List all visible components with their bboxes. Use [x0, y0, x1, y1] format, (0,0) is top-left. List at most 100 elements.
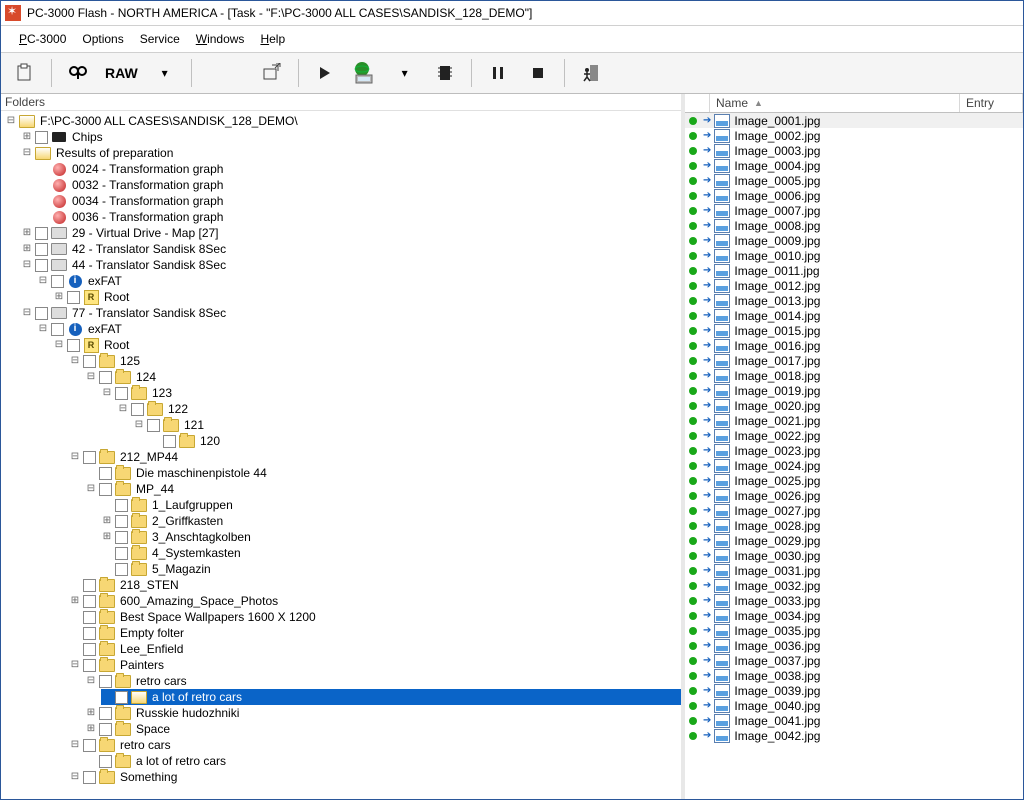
- file-row[interactable]: ➔Image_0022.jpg: [685, 428, 1023, 443]
- expand-icon[interactable]: ⊞: [85, 723, 97, 735]
- file-row[interactable]: ➔Image_0015.jpg: [685, 323, 1023, 338]
- collapse-icon[interactable]: ⊟: [69, 659, 81, 671]
- tree-item-folder[interactable]: ⊟retro cars: [85, 673, 681, 689]
- expand-icon[interactable]: ⊞: [69, 595, 81, 607]
- tree-item-folder[interactable]: ⊞Russkie hudozhniki: [85, 705, 681, 721]
- file-row[interactable]: ➔Image_0018.jpg: [685, 368, 1023, 383]
- tree-item-folder[interactable]: 4_Systemkasten: [101, 545, 681, 561]
- file-row[interactable]: ➔Image_0026.jpg: [685, 488, 1023, 503]
- file-row[interactable]: ➔Image_0031.jpg: [685, 563, 1023, 578]
- col-status[interactable]: [685, 94, 710, 112]
- tree-item-folder[interactable]: ⊟124: [85, 369, 681, 385]
- tree-item-folder[interactable]: a lot of retro cars: [85, 753, 681, 769]
- expand-icon[interactable]: ⊞: [85, 707, 97, 719]
- checkbox[interactable]: [99, 483, 112, 496]
- collapse-icon[interactable]: ⊟: [21, 307, 33, 319]
- expand-icon[interactable]: ⊞: [53, 291, 65, 303]
- tree-item-folder[interactable]: ⊟125: [69, 353, 681, 369]
- file-row[interactable]: ➔Image_0041.jpg: [685, 713, 1023, 728]
- file-row[interactable]: ➔Image_0034.jpg: [685, 608, 1023, 623]
- expand-icon[interactable]: ⊞: [21, 131, 33, 143]
- checkbox[interactable]: [67, 339, 80, 352]
- file-row[interactable]: ➔Image_0021.jpg: [685, 413, 1023, 428]
- collapse-icon[interactable]: ⊟: [5, 115, 17, 127]
- tree-item-results[interactable]: ⊟Results of preparation: [21, 145, 681, 161]
- tree-item-exfat[interactable]: ⊟iexFAT: [37, 273, 681, 289]
- collapse-icon[interactable]: ⊟: [37, 323, 49, 335]
- collapse-icon[interactable]: ⊟: [85, 483, 97, 495]
- menu-pc3000[interactable]: PC-3000: [11, 30, 74, 48]
- checkbox[interactable]: [99, 707, 112, 720]
- toolbar-exit-button[interactable]: [573, 58, 609, 88]
- toolbar-globe-button[interactable]: [347, 58, 383, 88]
- expand-icon[interactable]: ⊞: [21, 243, 33, 255]
- checkbox[interactable]: [147, 419, 160, 432]
- checkbox[interactable]: [115, 563, 128, 576]
- file-row[interactable]: ➔Image_0002.jpg: [685, 128, 1023, 143]
- menu-options[interactable]: Options: [74, 30, 131, 48]
- tree-item-folder[interactable]: ⊞2_Griffkasten: [101, 513, 681, 529]
- file-row[interactable]: ➔Image_0016.jpg: [685, 338, 1023, 353]
- checkbox[interactable]: [83, 627, 96, 640]
- checkbox[interactable]: [115, 499, 128, 512]
- file-row[interactable]: ➔Image_0038.jpg: [685, 668, 1023, 683]
- tree-item-folder[interactable]: ⊟retro cars: [69, 737, 681, 753]
- checkbox[interactable]: [163, 435, 176, 448]
- checkbox[interactable]: [115, 691, 128, 704]
- tree-item-translator[interactable]: ⊟44 - Translator Sandisk 8Sec: [21, 257, 681, 273]
- toolbar-task-button[interactable]: [7, 58, 43, 88]
- tree-item-exfat[interactable]: ⊟iexFAT: [37, 321, 681, 337]
- tree-item-folder[interactable]: 120: [149, 433, 681, 449]
- checkbox[interactable]: [67, 291, 80, 304]
- tree-item-folder[interactable]: ⊟122: [117, 401, 681, 417]
- checkbox[interactable]: [99, 755, 112, 768]
- tree-item-selected[interactable]: a lot of retro cars: [101, 689, 681, 705]
- collapse-icon[interactable]: ⊟: [53, 339, 65, 351]
- collapse-icon[interactable]: ⊟: [117, 403, 129, 415]
- file-row[interactable]: ➔Image_0004.jpg: [685, 158, 1023, 173]
- tree-item-vd[interactable]: ⊞29 - Virtual Drive - Map [27]: [21, 225, 681, 241]
- tree-item-folder[interactable]: ⊟212_MP44: [69, 449, 681, 465]
- checkbox[interactable]: [99, 675, 112, 688]
- col-entry[interactable]: Entry: [960, 94, 1023, 112]
- checkbox[interactable]: [83, 611, 96, 624]
- checkbox[interactable]: [115, 515, 128, 528]
- toolbar-raw-button[interactable]: RAW: [100, 58, 143, 88]
- checkbox[interactable]: [83, 579, 96, 592]
- file-row[interactable]: ➔Image_0028.jpg: [685, 518, 1023, 533]
- tree-item-folder[interactable]: ⊟123: [101, 385, 681, 401]
- checkbox[interactable]: [35, 243, 48, 256]
- tree-item-folder[interactable]: ⊟121: [133, 417, 681, 433]
- checkbox[interactable]: [83, 595, 96, 608]
- checkbox[interactable]: [35, 227, 48, 240]
- tree-item-folder[interactable]: ⊞3_Anschtagkolben: [101, 529, 681, 545]
- file-row[interactable]: ➔Image_0010.jpg: [685, 248, 1023, 263]
- tree-item-root[interactable]: ⊟RRoot: [53, 337, 681, 353]
- menu-windows[interactable]: Windows: [188, 30, 253, 48]
- tree-item-folder[interactable]: Empty folter: [69, 625, 681, 641]
- file-row[interactable]: ➔Image_0032.jpg: [685, 578, 1023, 593]
- file-row[interactable]: ➔Image_0035.jpg: [685, 623, 1023, 638]
- tree-item-folder[interactable]: ⊟Something: [69, 769, 681, 785]
- tree-item-graph[interactable]: 0036 - Transformation graph: [37, 209, 681, 225]
- checkbox[interactable]: [99, 467, 112, 480]
- file-row[interactable]: ➔Image_0017.jpg: [685, 353, 1023, 368]
- checkbox[interactable]: [115, 547, 128, 560]
- expand-icon[interactable]: ⊞: [21, 227, 33, 239]
- file-row[interactable]: ➔Image_0027.jpg: [685, 503, 1023, 518]
- file-row[interactable]: ➔Image_0019.jpg: [685, 383, 1023, 398]
- expand-icon[interactable]: ⊞: [101, 515, 113, 527]
- file-row[interactable]: ➔Image_0033.jpg: [685, 593, 1023, 608]
- tree-item-chips[interactable]: ⊞Chips: [21, 129, 681, 145]
- file-row[interactable]: ➔Image_0030.jpg: [685, 548, 1023, 563]
- file-row[interactable]: ➔Image_0003.jpg: [685, 143, 1023, 158]
- toolbar-search-button[interactable]: [60, 58, 96, 88]
- tree-item-folder[interactable]: Lee_Enfield: [69, 641, 681, 657]
- collapse-icon[interactable]: ⊟: [85, 371, 97, 383]
- collapse-icon[interactable]: ⊟: [69, 451, 81, 463]
- tree-item-translator[interactable]: ⊞42 - Translator Sandisk 8Sec: [21, 241, 681, 257]
- file-row[interactable]: ➔Image_0001.jpg: [685, 113, 1023, 128]
- checkbox[interactable]: [51, 275, 64, 288]
- collapse-icon[interactable]: ⊟: [85, 675, 97, 687]
- file-row[interactable]: ➔Image_0042.jpg: [685, 728, 1023, 743]
